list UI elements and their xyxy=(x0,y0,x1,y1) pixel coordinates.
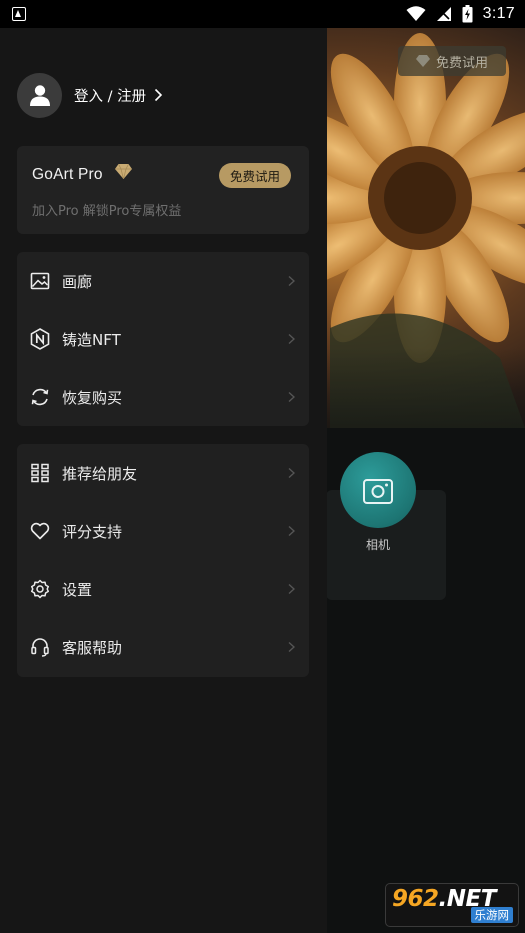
pro-subtitle: 加入Pro 解锁Pro专属权益 xyxy=(32,204,182,219)
watermark-subtitle: 乐游网 xyxy=(470,907,513,923)
app-store-icon xyxy=(12,7,26,21)
chevron-right-icon xyxy=(288,333,295,345)
menu-item-rate[interactable]: 评分支持 xyxy=(17,502,309,560)
wifi-icon xyxy=(406,6,426,21)
menu-group-secondary: 推荐给朋友 评分支持 设置 客服帮助 xyxy=(17,444,309,677)
menu-label: 评分支持 xyxy=(62,522,123,541)
battery-charging-icon xyxy=(462,5,473,23)
menu-label: 恢复购买 xyxy=(62,388,123,407)
chevron-right-icon xyxy=(288,641,295,653)
menu-label: 画廊 xyxy=(62,272,93,291)
diamond-icon xyxy=(415,55,430,67)
pro-card[interactable]: GoArt Pro 免费试用 加入Pro 解锁Pro专属权益 xyxy=(17,146,309,234)
headset-icon xyxy=(30,637,50,657)
menu-label: 设置 xyxy=(62,580,93,599)
watermark-digits: 962 xyxy=(392,886,439,912)
diamond-icon xyxy=(115,163,132,183)
pro-title: GoArt Pro xyxy=(32,166,103,183)
menu-item-gallery[interactable]: 画廊 xyxy=(17,252,309,310)
chevron-right-icon xyxy=(288,391,295,403)
chevron-right-icon xyxy=(288,467,295,479)
login-row[interactable]: 登入 / 注册 xyxy=(17,72,163,118)
menu-item-restore-purchase[interactable]: 恢复购买 xyxy=(17,368,309,426)
chevron-right-icon xyxy=(288,583,295,595)
watermark-logo: 962.NET 乐游网 xyxy=(385,883,519,927)
recommend-icon xyxy=(30,463,50,483)
heart-icon xyxy=(30,521,50,541)
menu-label: 推荐给朋友 xyxy=(62,464,138,483)
menu-label: 客服帮助 xyxy=(62,638,123,657)
user-icon xyxy=(29,85,50,106)
status-bar: 3:17 xyxy=(0,0,525,28)
login-label[interactable]: 登入 / 注册 xyxy=(74,85,146,106)
chevron-right-icon xyxy=(288,525,295,537)
camera-button[interactable] xyxy=(340,452,416,528)
menu-item-mint-nft[interactable]: 铸造NFT xyxy=(17,310,309,368)
menu-item-settings[interactable]: 设置 xyxy=(17,560,309,618)
pro-trial-button[interactable]: 免费试用 xyxy=(218,163,291,188)
menu-group-primary: 画廊 铸造NFT 恢复购买 xyxy=(17,252,309,426)
camera-icon xyxy=(363,479,393,504)
menu-label: 铸造NFT xyxy=(62,330,121,349)
gallery-icon xyxy=(30,271,50,291)
chevron-right-icon xyxy=(154,88,163,102)
restore-icon xyxy=(30,387,50,407)
navigation-drawer: 登入 / 注册 GoArt Pro 免费试用 加入Pro 解锁Pro专属权益 画… xyxy=(0,28,327,933)
status-time: 3:17 xyxy=(482,5,515,22)
background-trial-button[interactable]: 免费试用 xyxy=(398,46,506,76)
signal-icon xyxy=(436,7,451,21)
camera-label: 相机 xyxy=(365,538,390,552)
avatar[interactable] xyxy=(17,72,62,118)
menu-item-recommend[interactable]: 推荐给朋友 xyxy=(17,444,309,502)
chevron-right-icon xyxy=(288,275,295,287)
background-trial-label: 免费试用 xyxy=(435,55,488,71)
nft-icon xyxy=(30,328,50,350)
settings-icon xyxy=(30,579,50,599)
menu-item-customer-service[interactable]: 客服帮助 xyxy=(17,618,309,676)
